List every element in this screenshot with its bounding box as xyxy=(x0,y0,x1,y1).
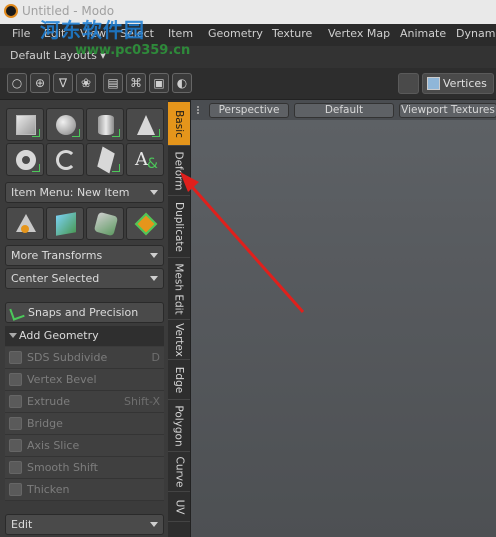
watermark-text: 河东软件园 xyxy=(40,18,145,42)
annotation-arrow-head-icon xyxy=(180,172,199,192)
annotation-overlay xyxy=(180,172,305,313)
annotation-arrow-line xyxy=(184,179,305,313)
app-window: Untitled - Modo File Edit View Select It… xyxy=(0,0,496,537)
watermark-url: www.pc0359.cn xyxy=(75,43,191,58)
